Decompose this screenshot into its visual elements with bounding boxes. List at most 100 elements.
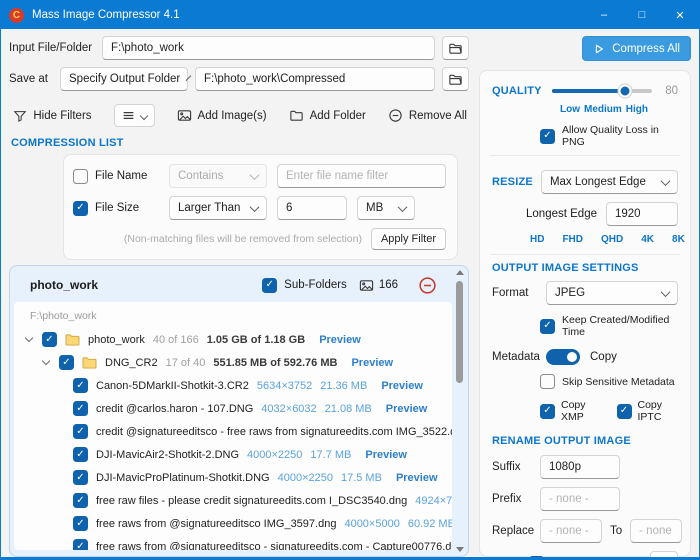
file-size-unit-select[interactable]: MB [357,196,415,220]
browse-input-button[interactable] [442,36,469,60]
close-button[interactable]: ✕ [661,1,699,29]
row-checkbox[interactable] [73,424,88,439]
add-images-label: Add Image(s) [198,110,267,122]
file-size-operator-select[interactable]: Larger Than [169,196,267,220]
metadata-toggle[interactable] [546,349,580,365]
file-name-operator-value: Contains [178,170,223,182]
scroll-down-arrow[interactable] [456,547,464,552]
metadata-state-label: Copy [590,351,617,363]
watermark-settings-button[interactable]: ⚙ [650,551,678,560]
preview-link[interactable]: Preview [381,380,423,392]
output-folder-field[interactable] [195,67,435,91]
chevron-down-icon[interactable] [24,338,34,341]
keep-time-checkbox[interactable] [540,319,555,334]
apply-watermark-checkbox[interactable] [529,556,544,560]
row-checkbox[interactable] [42,332,57,347]
file-name-filter-checkbox[interactable] [73,169,88,184]
list-menu-button[interactable] [114,104,155,127]
list-scrollbar[interactable] [454,270,465,552]
row-checkbox[interactable] [73,516,88,531]
tree-row-file[interactable]: free raws from @signatureeditsco - signa… [14,535,452,550]
tree-row-file[interactable]: DJI-MavicAir2-Shotkit-2.DNG4000×225017.7… [14,443,452,466]
preview-link[interactable]: Preview [396,472,438,484]
minimize-button[interactable]: – [585,1,623,29]
row-size: 60.92 MB [408,518,452,530]
skip-sensitive-checkbox[interactable] [540,374,555,389]
add-folder-button[interactable]: Add Folder [289,108,366,123]
resize-mode-value: Max Longest Edge [550,176,646,188]
preset-hd-link[interactable]: HD [530,234,544,245]
row-checkbox[interactable] [73,401,88,416]
replace-to-input[interactable] [630,519,682,543]
row-checkbox[interactable] [73,378,88,393]
gear-icon: ⚙ [657,555,670,560]
chevron-down-icon[interactable] [41,361,51,364]
row-checkbox[interactable] [59,355,74,370]
maximize-button[interactable]: □ [623,1,661,29]
longest-edge-input[interactable] [606,202,678,226]
subfolders-checkbox[interactable] [262,278,277,293]
input-folder-field[interactable] [102,36,435,60]
file-size-operator-value: Larger Than [178,202,240,214]
folder-title: photo_work [30,278,98,292]
preset-4k-link[interactable]: 4K [641,234,654,245]
resize-mode-select[interactable]: Max Longest Edge [541,170,678,194]
preview-link[interactable]: Preview [351,357,393,369]
tree-row-file[interactable]: free raws from @signatureeditsco IMG_359… [14,512,452,535]
row-checkbox[interactable] [73,539,88,550]
resize-presets: HD FHD QHD 4K 8K [530,234,664,245]
prefix-input[interactable] [540,487,620,511]
copy-iptc-label: Copy IPTC [638,399,679,423]
quality-slider[interactable] [552,89,652,93]
preview-link[interactable]: Preview [365,449,407,461]
tree-row-file[interactable]: free raw files - please credit signature… [14,489,452,512]
file-size-filter-checkbox[interactable] [73,201,88,216]
row-name: credit @carlos.haron - 107.DNG [96,403,253,415]
tree-row-file[interactable]: DJI-MavicProPlatinum-Shotkit.DNG4000×225… [14,466,452,489]
copy-xmp-checkbox[interactable] [540,404,555,419]
file-name-filter-input[interactable] [277,164,446,188]
output-settings-heading: OUTPUT IMAGE SETTINGS [492,262,678,274]
tree-row-folder[interactable]: DNG_CR217 of 40551.85 MB of 592.76 MBPre… [14,351,452,374]
remove-all-button[interactable]: Remove All [388,108,467,123]
row-checkbox[interactable] [73,470,88,485]
replace-from-input[interactable] [540,519,602,543]
scroll-up-arrow[interactable] [456,270,464,275]
tree-row-file[interactable]: Canon-5DMarkII-Shotkit-3.CR25634×375221.… [14,374,452,397]
row-checkbox[interactable] [73,447,88,462]
row-checkbox[interactable] [73,493,88,508]
scrollbar-thumb[interactable] [456,281,463,383]
preset-fhd-link[interactable]: FHD [562,234,583,245]
row-name: credit @signatureeditsco - free raws fro… [96,426,452,438]
quality-slider-thumb[interactable] [619,85,632,98]
subfolders-label: Sub-Folders [284,279,347,291]
quality-low-label[interactable]: Low [560,104,580,115]
remove-folder-button[interactable] [416,274,438,296]
suffix-input[interactable] [540,455,620,479]
format-select[interactable]: JPEG [546,281,678,305]
file-size-value-input[interactable] [277,196,347,220]
tree-row-folder[interactable]: photo_work40 of 1661.05 GB of 1.18 GBPre… [14,328,452,351]
remove-all-label: Remove All [409,110,467,122]
hide-filters-button[interactable]: Hide Filters [13,109,91,123]
output-mode-select[interactable]: Specify Output Folder [60,67,188,91]
quality-medium-label[interactable]: Medium [584,104,622,115]
allow-png-loss-checkbox[interactable] [540,129,555,144]
skip-sensitive-label: Skip Sensitive Metadata [562,376,675,388]
quality-high-label[interactable]: High [626,104,648,115]
row-dimensions: 4924×7378 [415,495,452,507]
compress-all-button[interactable]: Compress All [582,36,691,61]
copy-iptc-checkbox[interactable] [617,404,632,419]
preset-8k-link[interactable]: 8K [672,234,685,245]
add-images-button[interactable]: Add Image(s) [177,108,267,123]
preview-link[interactable]: Preview [319,334,361,346]
prefix-label: Prefix [492,493,532,505]
root-path: F:\photo_work [14,307,452,328]
tree-row-file[interactable]: credit @carlos.haron - 107.DNG4032×60322… [14,397,452,420]
tree-row-file[interactable]: credit @signatureeditsco - free raws fro… [14,420,452,443]
browse-output-button[interactable] [442,67,469,91]
preview-link[interactable]: Preview [386,403,428,415]
preset-qhd-link[interactable]: QHD [601,234,623,245]
apply-filter-button[interactable]: Apply Filter [371,228,446,250]
file-name-operator-select[interactable]: Contains [169,164,267,188]
